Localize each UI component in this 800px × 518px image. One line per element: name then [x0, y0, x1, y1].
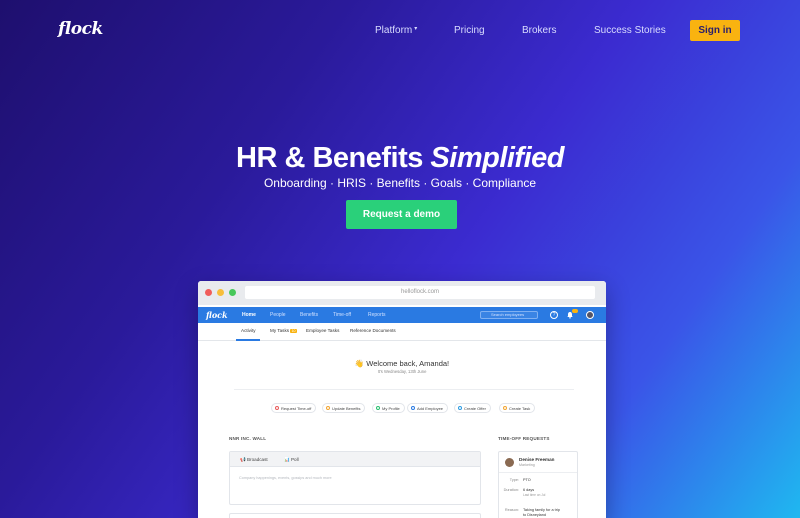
window-minimize-dot [217, 289, 224, 296]
tab-my-tasks-count: 10 [290, 329, 298, 333]
sign-in-button[interactable]: Sign in [690, 20, 740, 41]
nav-success-stories-link[interactable]: Success Stories [594, 25, 666, 36]
wall-post-placeholder: Company happenings, events, gossips and … [239, 476, 332, 480]
active-tab-indicator [236, 339, 260, 341]
reason-line-2: to Disneyland [523, 513, 547, 517]
hero-subtitle: Onboarding · HRIS · Benefits · Goals · C… [263, 176, 537, 190]
notification-badge [572, 309, 578, 313]
duration-note: Last time on Jul [523, 493, 546, 497]
app-nav-benefits: Benefits [300, 312, 319, 318]
app-logo: flock [206, 310, 228, 320]
tab-activity: Activity [241, 328, 256, 333]
hero-title: HR & Benefits Simplified [0, 142, 800, 175]
quick-action-my-profile: My Profile [372, 403, 405, 413]
nav-platform-link[interactable]: Platform ▾ [375, 25, 417, 36]
browser-url-bar: helloflock.com [245, 286, 595, 299]
flock-logo[interactable]: flock [58, 19, 103, 39]
app-nav-time-off: Time-off [333, 312, 352, 318]
card-divider [499, 472, 577, 473]
wall-tab-broadcast: 📢 Broadcast [240, 457, 268, 462]
request-demo-button[interactable]: Request a demo [346, 200, 457, 229]
hero-title-main: HR & Benefits [236, 142, 423, 174]
reason-label: Reason: [504, 508, 519, 512]
quick-action-label: Create Offer [464, 405, 486, 411]
quick-action-add-employee: Add Employee [407, 403, 449, 413]
nav-brokers-link[interactable]: Brokers [522, 25, 556, 36]
nav-platform-label: Platform [375, 25, 413, 36]
quick-action-label: Request Time-off [281, 405, 312, 411]
app-nav-reports: Reports [368, 312, 386, 318]
chevron-down-icon: ▾ [414, 26, 418, 32]
time-off-request-card: Denise Freeman Marketing Type: PTO Durat… [498, 451, 578, 518]
app-search-input: Search employees [480, 311, 538, 319]
type-value: PTO [523, 478, 531, 482]
quick-action-label: Update Benefits [332, 405, 361, 411]
app-nav-home: Home [242, 312, 256, 318]
requester-avatar [505, 458, 514, 467]
tab-my-tasks-label: My Tasks [270, 328, 290, 333]
app-header-bar: flock Home People Benefits Time-off Repo… [198, 307, 606, 323]
quick-action-label: My Profile [382, 405, 400, 411]
quick-action-update-benefits: Update Benefits [322, 403, 366, 413]
nav-pricing-link[interactable]: Pricing [454, 25, 485, 36]
duration-label: Duration: [503, 488, 519, 492]
wall-tabs: 📢 Broadcast 📊 Poll [230, 452, 480, 467]
tab-employee-tasks: Employee Tasks [306, 328, 340, 333]
reason-line-1: Taking family for a trip [523, 508, 560, 512]
welcome-date: It's Wednesday, 13th June [377, 369, 427, 374]
company-wall-composer: 📢 Broadcast 📊 Poll Company happenings, e… [229, 451, 481, 505]
welcome-message: 👋 Welcome back, Amanda! [354, 359, 450, 368]
time-off-requests-heading: TIME-OFF REQUESTS [498, 436, 550, 441]
quick-action-request-time-off: Request Time-off [271, 403, 317, 413]
quick-action-label: Add Employee [417, 405, 444, 411]
quick-action-create-task: Create Task [499, 403, 536, 413]
add-user-icon [411, 406, 415, 410]
wall-post-card [229, 513, 481, 518]
app-subnav: Activity My Tasks 10 Employee Tasks Refer… [198, 323, 606, 341]
requester-name: Denise Freeman [519, 457, 555, 462]
section-divider [234, 389, 574, 390]
type-label: Type: [509, 478, 519, 482]
wall-tab-poll: 📊 Poll [284, 457, 299, 462]
quick-action-label: Create Task [509, 405, 531, 411]
offer-icon [458, 406, 462, 410]
browser-chrome: helloflock.com [198, 281, 606, 305]
calendar-icon [275, 406, 279, 410]
duration-value: 6 days [523, 488, 535, 492]
user-avatar [586, 311, 594, 319]
app-nav-people: People [270, 312, 286, 318]
profile-icon [376, 406, 380, 410]
hero-title-emphasis: Simplified [430, 142, 564, 174]
requester-role: Marketing [519, 463, 535, 467]
benefits-icon [326, 406, 330, 410]
tab-reference-documents: Reference Documents [350, 328, 396, 333]
company-wall-heading: NNR INC. WALL [229, 436, 267, 441]
tab-my-tasks: My Tasks 10 [270, 328, 298, 333]
window-close-dot [205, 289, 212, 296]
top-nav: flock Platform ▾ Pricing Brokers Success … [0, 0, 800, 62]
quick-action-create-offer: Create Offer [454, 403, 491, 413]
help-icon: ? [550, 311, 558, 319]
window-maximize-dot [229, 289, 236, 296]
product-screenshot-browser: helloflock.com flock Home People Benefit… [198, 281, 606, 518]
task-icon [503, 406, 507, 410]
